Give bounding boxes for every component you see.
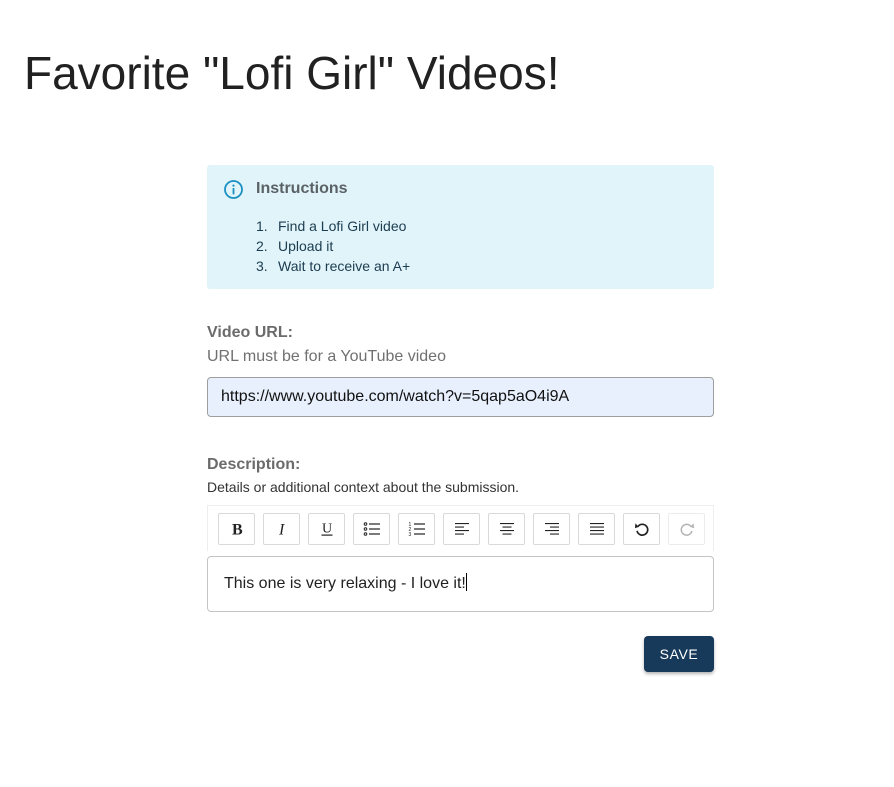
align-right-button[interactable] (533, 513, 570, 545)
list-item-number: 2. (256, 238, 268, 254)
video-url-label: Video URL: (207, 324, 293, 341)
svg-text:3: 3 (408, 532, 411, 537)
save-button[interactable]: SAVE (644, 636, 714, 672)
video-url-hint: URL must be for a YouTube video (207, 348, 446, 365)
align-justify-icon (589, 521, 605, 537)
editor-toolbar: B I U 1 2 3 (207, 505, 714, 551)
redo-button[interactable] (668, 513, 705, 545)
underline-icon: U (319, 521, 335, 537)
italic-icon: I (274, 521, 290, 538)
list-item: 1. Find a Lofi Girl video (256, 216, 410, 236)
page-title: Favorite "Lofi Girl" Videos! (24, 47, 560, 99)
align-right-icon (544, 521, 560, 537)
italic-button[interactable]: I (263, 513, 300, 545)
instructions-title: Instructions (256, 180, 348, 197)
align-center-button[interactable] (488, 513, 525, 545)
list-item-number: 1. (256, 218, 268, 234)
bulleted-list-button[interactable] (353, 513, 390, 545)
page: Favorite "Lofi Girl" Videos! Instruction… (0, 0, 894, 787)
align-left-button[interactable] (443, 513, 480, 545)
description-text: This one is very relaxing - I love it! (224, 575, 466, 592)
instructions-alert: Instructions 1. Find a Lofi Girl video 2.… (207, 165, 714, 289)
video-url-input[interactable] (207, 377, 714, 417)
undo-icon (634, 521, 650, 537)
text-caret (465, 573, 467, 591)
list-item-number: 3. (256, 258, 268, 274)
list-item: 3. Wait to receive an A+ (256, 256, 410, 276)
svg-text:B: B (232, 522, 243, 538)
instructions-list: 1. Find a Lofi Girl video 2. Upload it 3. W… (256, 216, 410, 276)
list-item-text: Upload it (278, 238, 334, 254)
align-justify-button[interactable] (578, 513, 615, 545)
bold-button[interactable]: B (218, 513, 255, 545)
description-editor[interactable]: This one is very relaxing - I love it! (207, 556, 714, 612)
list-item: 2. Upload it (256, 236, 410, 256)
align-center-icon (499, 521, 515, 537)
info-icon (223, 179, 244, 200)
submission-form: Instructions 1. Find a Lofi Girl video 2.… (207, 165, 714, 672)
numbered-list-button[interactable]: 1 2 3 (398, 513, 435, 545)
svg-text:U: U (322, 522, 332, 537)
undo-button[interactable] (623, 513, 660, 545)
redo-icon (679, 521, 695, 537)
description-hint: Details or additional context about the … (207, 479, 520, 495)
numbered-list-icon: 1 2 3 (408, 521, 426, 537)
bulleted-list-icon (363, 521, 381, 537)
underline-button[interactable]: U (308, 513, 345, 545)
list-item-text: Find a Lofi Girl video (278, 218, 407, 234)
description-label: Description: (207, 456, 301, 473)
bold-icon: B (229, 521, 245, 538)
list-item-text: Wait to receive an A+ (278, 258, 411, 274)
svg-text:I: I (278, 522, 285, 538)
align-left-icon (454, 521, 470, 537)
